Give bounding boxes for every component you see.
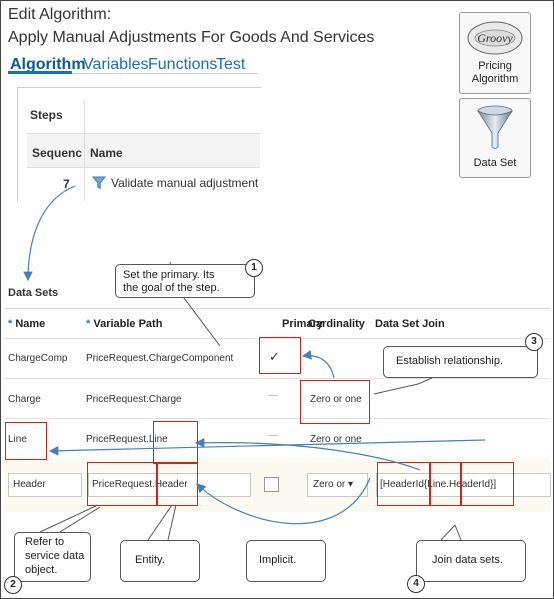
callout-pointers [39,504,462,541]
